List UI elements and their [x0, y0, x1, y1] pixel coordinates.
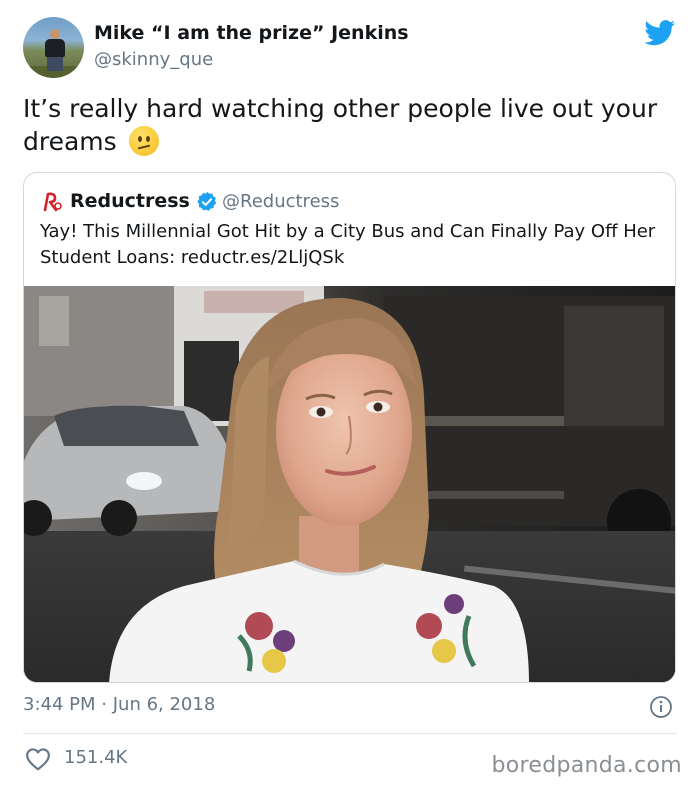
divider — [23, 733, 677, 734]
like-heart-icon[interactable] — [25, 747, 51, 771]
verified-badge-icon — [197, 191, 217, 211]
reductress-logo-icon — [43, 192, 62, 212]
tweet-timestamp[interactable]: 3:44 PM · Jun 6, 2018 — [23, 694, 215, 715]
tweet-text: It’s really hard watching other people l… — [23, 92, 683, 158]
tweet-time: 3:44 PM — [23, 694, 96, 715]
tweet-body: It’s really hard watching other people l… — [23, 94, 658, 156]
news-photo-illustration — [24, 286, 675, 682]
author-handle[interactable]: @skinny_que — [94, 49, 213, 70]
quoted-tweet-card[interactable]: Reductress @Reductress Yay! This Millenn… — [23, 172, 676, 683]
twitter-bird-icon[interactable] — [644, 20, 676, 46]
tweet-date: Jun 6, 2018 — [112, 694, 216, 715]
quoted-author-handle[interactable]: @Reductress — [222, 191, 339, 212]
quoted-author-name[interactable]: Reductress — [70, 190, 190, 212]
quoted-news-photo[interactable] — [24, 286, 675, 682]
like-count[interactable]: 151.4K — [64, 747, 127, 768]
quoted-tweet-text: Yay! This Millennial Got Hit by a City B… — [40, 221, 656, 268]
avatar[interactable] — [23, 17, 84, 78]
info-icon[interactable] — [649, 695, 673, 719]
watermark: boredpanda.com — [491, 753, 682, 778]
confused-face-emoji-icon — [128, 126, 159, 156]
timestamp-separator: · — [101, 694, 107, 715]
author-name[interactable]: Mike “I am the prize” Jenkins — [94, 22, 409, 44]
